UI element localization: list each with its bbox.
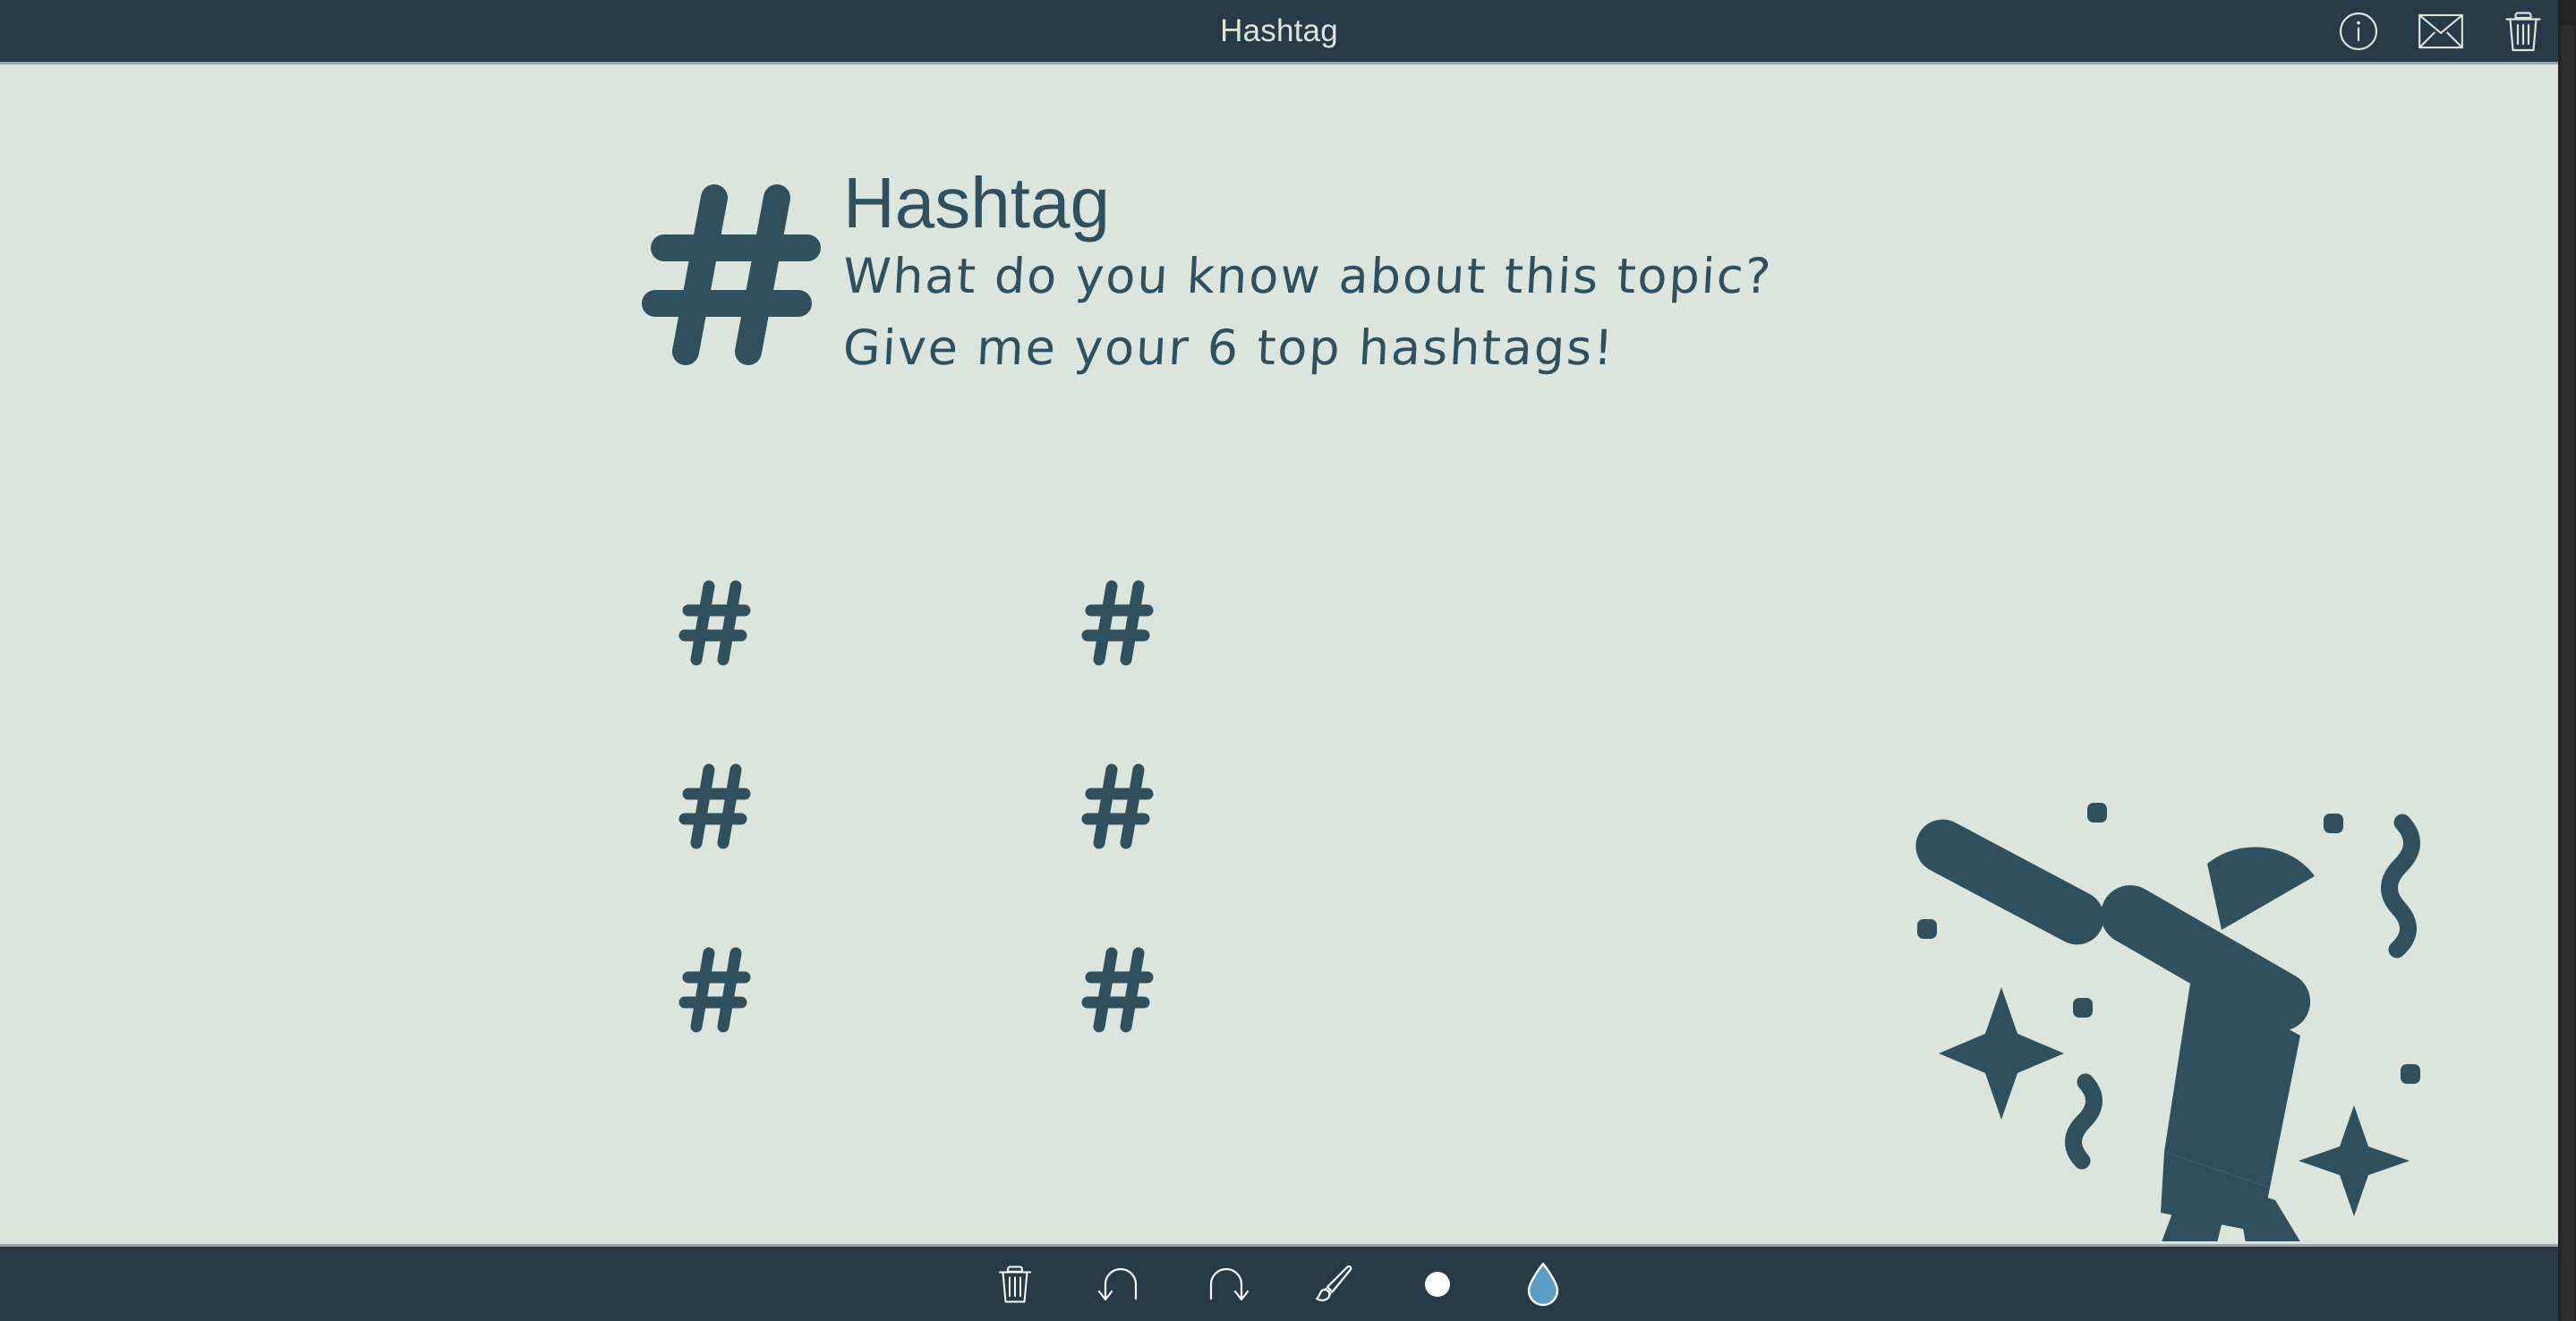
- title-bar-actions: [2336, 0, 2546, 62]
- hashtag-slot-4[interactable]: [1079, 757, 1482, 941]
- hash-marker-icon: [1079, 757, 1156, 856]
- worksheet-prompt-line-1: What do you know about this topic?: [841, 248, 1774, 304]
- worksheet-title: Hashtag: [843, 163, 1110, 243]
- hashtag-writing-area-4[interactable]: [1156, 757, 1482, 856]
- app-window: Hashtag Hashtag What do you know about t…: [0, 0, 2576, 1321]
- hashtag-answer-grid: [677, 574, 1482, 1124]
- hashtag-logo-icon: [637, 173, 832, 377]
- brush-size-button[interactable]: [1404, 1255, 1471, 1314]
- hashtag-slot-3[interactable]: [677, 757, 1079, 941]
- worksheet-prompt-line-2: Give me your 6 top hashtags!: [841, 320, 1616, 376]
- hashtag-writing-area-5[interactable]: [754, 941, 1079, 1039]
- hashtag-writing-area-1[interactable]: [754, 574, 1079, 672]
- hashtag-row: [677, 574, 1482, 757]
- hashtag-slot-1[interactable]: [677, 574, 1079, 757]
- redo-button[interactable]: [1193, 1255, 1259, 1314]
- drawing-toolbar: [0, 1244, 2558, 1321]
- hashtag-slot-6[interactable]: [1079, 941, 1482, 1124]
- hashtag-slot-5[interactable]: [677, 941, 1079, 1124]
- dancing-person-illustration: [1896, 767, 2558, 1241]
- page-title: Hashtag: [1220, 13, 1338, 48]
- clear-canvas-button[interactable]: [982, 1255, 1048, 1314]
- hashtag-row: [677, 941, 1482, 1124]
- hashtag-writing-area-6[interactable]: [1156, 941, 1482, 1039]
- color-picker-button[interactable]: [1510, 1255, 1576, 1314]
- hash-marker-icon: [677, 757, 754, 856]
- worksheet-header: Hashtag What do you know about this topi…: [637, 163, 1774, 384]
- hashtag-row: [677, 757, 1482, 941]
- hashtag-slot-2[interactable]: [1079, 574, 1482, 757]
- scrollbar-thumb[interactable]: [2562, 25, 2574, 1321]
- mail-icon[interactable]: [2418, 9, 2463, 54]
- trash-icon[interactable]: [2501, 9, 2546, 54]
- hash-marker-icon: [677, 574, 754, 672]
- brush-tool-button[interactable]: [1299, 1255, 1365, 1314]
- title-bar: Hashtag: [0, 0, 2558, 64]
- hashtag-writing-area-2[interactable]: [1156, 574, 1482, 672]
- window-edge-strip: [2558, 0, 2576, 1321]
- worksheet-text-block: Hashtag What do you know about this topi…: [841, 163, 1774, 384]
- hash-marker-icon: [677, 941, 754, 1039]
- hash-marker-icon: [1079, 574, 1156, 672]
- hash-marker-icon: [1079, 941, 1156, 1039]
- undo-button[interactable]: [1088, 1255, 1154, 1314]
- info-icon[interactable]: [2336, 9, 2381, 54]
- hashtag-writing-area-3[interactable]: [754, 757, 1079, 856]
- drawing-canvas[interactable]: Hashtag What do you know about this topi…: [0, 67, 2558, 1241]
